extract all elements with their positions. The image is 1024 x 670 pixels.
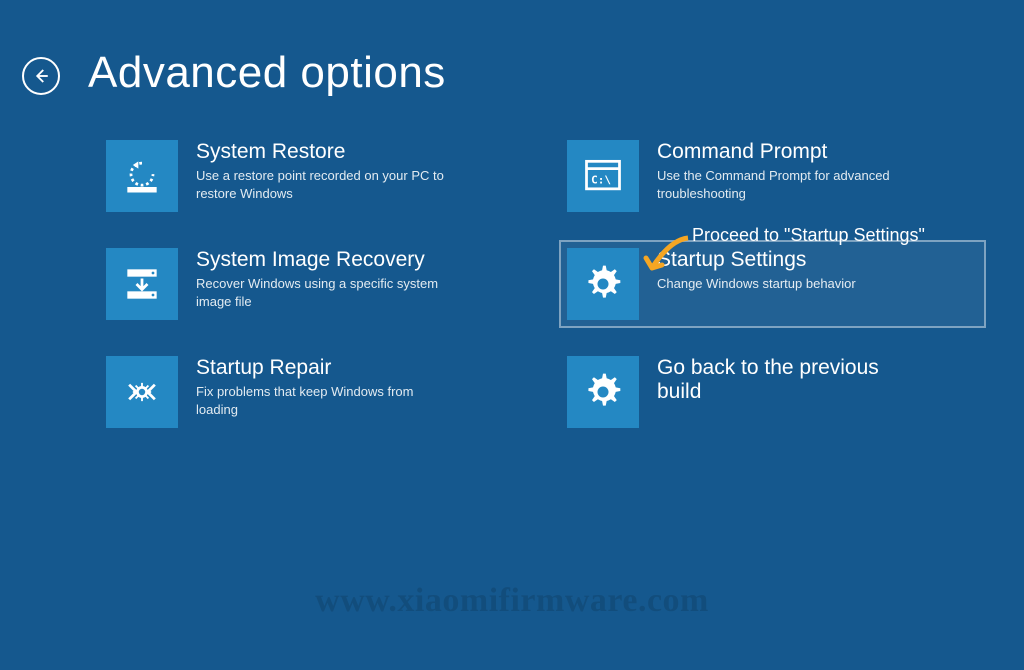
tile-desc: Fix problems that keep Windows from load… xyxy=(196,383,446,418)
tile-command-prompt[interactable]: C:\ Command Prompt Use the Command Promp… xyxy=(561,134,984,218)
svg-text:C:\: C:\ xyxy=(591,173,611,186)
tile-text: Startup Repair Fix problems that keep Wi… xyxy=(196,356,517,418)
tile-startup-settings[interactable]: Startup Settings Change Windows startup … xyxy=(561,242,984,326)
tile-title: System Image Recovery xyxy=(196,248,456,272)
watermark: www.xiaomifirmware.com xyxy=(315,582,709,620)
gear-icon xyxy=(567,248,639,320)
tile-title: Command Prompt xyxy=(657,140,917,164)
tile-text: Startup Settings Change Windows startup … xyxy=(657,248,978,293)
tile-desc: Use the Command Prompt for advanced trou… xyxy=(657,167,907,202)
page-title: Advanced options xyxy=(88,48,446,98)
annotation-arrow-icon xyxy=(638,232,694,280)
tile-title: Startup Repair xyxy=(196,356,456,380)
back-button[interactable] xyxy=(22,57,60,95)
tile-desc: Use a restore point recorded on your PC … xyxy=(196,167,446,202)
tile-title: System Restore xyxy=(196,140,456,164)
tile-title: Startup Settings xyxy=(657,248,917,272)
tile-text: System Restore Use a restore point recor… xyxy=(196,140,517,202)
options-grid: System Restore Use a restore point recor… xyxy=(0,98,1024,434)
terminal-icon: C:\ xyxy=(567,140,639,212)
arrow-left-icon xyxy=(32,67,50,85)
tile-text: Command Prompt Use the Command Prompt fo… xyxy=(657,140,978,202)
tile-title: Go back to the previous build xyxy=(657,356,917,404)
tile-system-restore[interactable]: System Restore Use a restore point recor… xyxy=(100,134,523,218)
tile-desc: Recover Windows using a specific system … xyxy=(196,275,446,310)
header: Advanced options xyxy=(0,0,1024,98)
image-recovery-icon xyxy=(106,248,178,320)
tile-go-back[interactable]: Go back to the previous build xyxy=(561,350,984,434)
gear-icon xyxy=(567,356,639,428)
restore-icon xyxy=(106,140,178,212)
tile-startup-repair[interactable]: Startup Repair Fix problems that keep Wi… xyxy=(100,350,523,434)
tile-text: Go back to the previous build xyxy=(657,356,978,407)
repair-icon xyxy=(106,356,178,428)
tile-system-image-recovery[interactable]: System Image Recovery Recover Windows us… xyxy=(100,242,523,326)
tile-text: System Image Recovery Recover Windows us… xyxy=(196,248,517,310)
annotation-callout: Proceed to "Startup Settings" xyxy=(692,225,925,246)
tile-desc: Change Windows startup behavior xyxy=(657,275,907,293)
